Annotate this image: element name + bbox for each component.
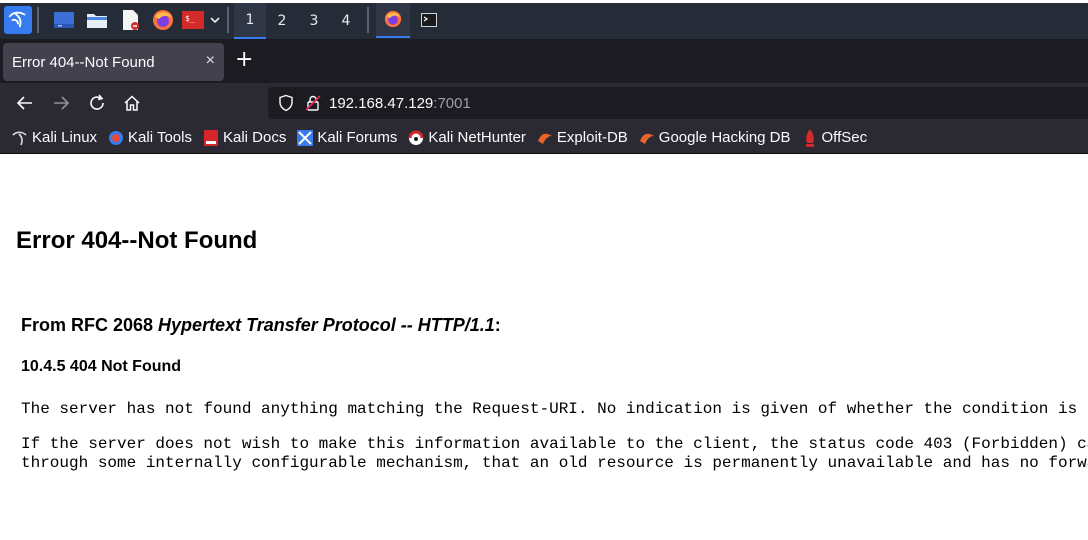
home-icon — [124, 95, 140, 111]
paragraph-2-line-2: through some internally configurable mec… — [21, 454, 1088, 472]
rfc-prefix: From RFC 2068 — [21, 315, 159, 335]
ghdb-icon — [639, 130, 655, 146]
tab-error-404[interactable]: Error 404--Not Found × — [3, 43, 224, 81]
kali-menu-icon[interactable] — [4, 5, 32, 34]
workspace-2[interactable]: 2 — [266, 3, 298, 39]
bookmark-label: Kali Linux — [32, 129, 98, 146]
url-host: 192.168.47.129 — [329, 94, 434, 112]
tab-title: Error 404--Not Found — [12, 53, 155, 71]
show-desktop-icon[interactable] — [51, 7, 77, 33]
firefox-window-button[interactable] — [376, 1, 410, 38]
kali-docs-icon — [203, 129, 219, 146]
workspace-3[interactable]: 3 — [298, 3, 330, 39]
forward-button[interactable] — [49, 91, 73, 115]
close-tab-icon[interactable]: × — [206, 52, 215, 70]
bookmark-kali-nethunter[interactable]: Kali NetHunter — [408, 129, 526, 146]
chevron-down-icon[interactable] — [208, 7, 222, 33]
back-button[interactable] — [13, 91, 37, 115]
taskbar-top-border — [0, 0, 1088, 3]
bookmark-kali-linux[interactable]: Kali Linux — [12, 129, 97, 146]
bookmark-label: Google Hacking DB — [658, 129, 791, 146]
rfc-reference-heading: From RFC 2068 Hypertext Transfer Protoco… — [21, 315, 501, 336]
page-content: Error 404--Not Found From RFC 2068 Hyper… — [0, 155, 1088, 540]
bookmark-google-hacking-db[interactable]: Google Hacking DB — [639, 129, 791, 146]
reload-button[interactable] — [85, 91, 109, 115]
bookmark-kali-forums[interactable]: Kali Forums — [297, 129, 397, 146]
os-taskbar: $_ 1 2 3 4 — [0, 0, 1088, 39]
browser-nav-bar: 192.168.47.129:7001 — [0, 83, 1088, 122]
paragraph-1: The server has not found anything matchi… — [21, 400, 1078, 418]
workspace-4[interactable]: 4 — [330, 3, 362, 39]
firefox-icon[interactable] — [150, 7, 176, 33]
taskbar-separator — [367, 6, 369, 33]
page-title: Error 404--Not Found — [16, 227, 258, 254]
firefox-icon — [384, 10, 402, 27]
bookmark-kali-tools[interactable]: Kali Tools — [108, 129, 192, 146]
text-editor-icon[interactable] — [117, 7, 143, 33]
paragraph-2-line-1: If the server does not wish to make this… — [21, 435, 1088, 453]
arrow-left-icon — [16, 96, 32, 110]
insecure-lock-icon[interactable] — [304, 94, 322, 112]
bookmark-label: Kali Tools — [128, 129, 192, 146]
bookmark-label: OffSec — [821, 129, 868, 146]
tracking-protection-shield-icon[interactable] — [277, 94, 295, 112]
bookmarks-toolbar: Kali Linux Kali Tools Kali Docs Kali For… — [0, 122, 1088, 154]
url-port: :7001 — [433, 94, 471, 112]
file-manager-icon[interactable] — [84, 7, 110, 33]
workspace-1[interactable]: 1 — [234, 2, 266, 39]
taskbar-separator — [227, 6, 229, 33]
browser-tab-bar: Error 404--Not Found × + — [0, 39, 1088, 83]
bookmark-label: Kali NetHunter — [428, 129, 526, 146]
url-text[interactable]: 192.168.47.129:7001 — [329, 95, 471, 112]
bookmark-kali-docs[interactable]: Kali Docs — [203, 129, 286, 146]
arrow-right-icon — [54, 96, 70, 110]
terminal-root-icon[interactable]: $_ — [180, 7, 206, 33]
rfc-suffix: : — [494, 315, 501, 335]
nethunter-icon — [408, 130, 424, 146]
offsec-icon — [802, 128, 818, 147]
section-heading: 10.4.5 404 Not Found — [21, 358, 182, 375]
bookmark-label: Exploit-DB — [556, 129, 628, 146]
terminal-window-icon[interactable] — [416, 7, 442, 33]
kali-dragon-icon — [12, 130, 28, 146]
kali-forums-icon — [297, 129, 314, 146]
bookmark-exploit-db[interactable]: Exploit-DB — [537, 129, 628, 146]
kali-tools-icon — [108, 130, 124, 146]
bookmark-offsec[interactable]: OffSec — [802, 128, 868, 147]
url-bar[interactable]: 192.168.47.129:7001 — [268, 87, 1088, 119]
rfc-title: Hypertext Transfer Protocol -- HTTP/1.1 — [158, 315, 495, 335]
reload-icon — [90, 94, 104, 110]
bookmark-label: Kali Docs — [222, 129, 287, 146]
taskbar-separator — [37, 6, 39, 33]
svg-text:$_: $_ — [185, 14, 195, 23]
exploit-db-icon — [537, 130, 553, 146]
bookmark-label: Kali Forums — [317, 129, 398, 146]
home-button[interactable] — [120, 91, 144, 115]
new-tab-button[interactable]: + — [235, 49, 253, 71]
